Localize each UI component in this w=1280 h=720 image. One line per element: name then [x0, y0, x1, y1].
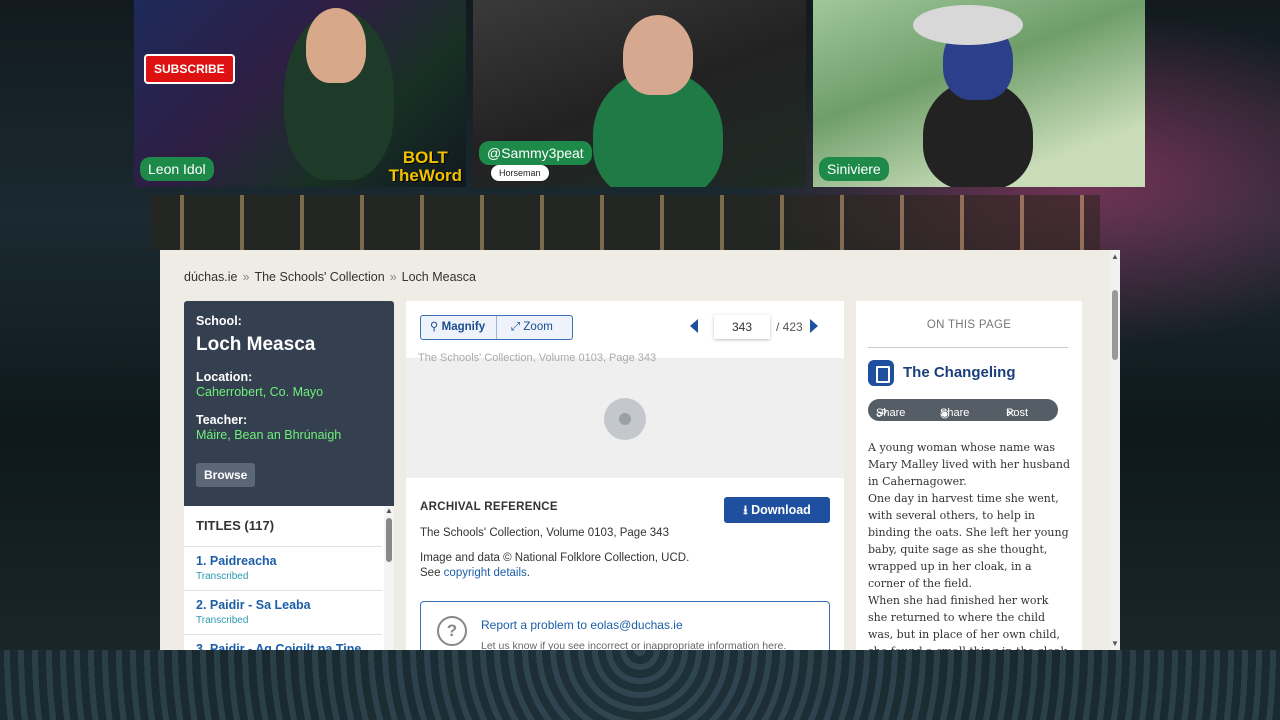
download-icon: ⭳: [743, 503, 748, 517]
zoom-button[interactable]: ⤢ Zoom: [511, 316, 553, 339]
teacher-label: Teacher:: [196, 413, 248, 427]
location-label: Location:: [196, 370, 253, 384]
cam-name-siniviere: Siniviere: [819, 157, 889, 181]
archival-reference: The Schools' Collection, Volume 0103, Pa…: [420, 527, 669, 539]
breadcrumb-home[interactable]: dúchas.ie: [184, 270, 238, 284]
viewer-tools: ⚲ Magnify ⤢ Zoom: [420, 315, 573, 340]
webcam-sammy: @Sammy3peat Horseman: [473, 0, 806, 187]
archival-heading: ARCHIVAL REFERENCE: [420, 501, 558, 513]
title-status: Transcribed: [196, 615, 249, 626]
school-label: School:: [196, 314, 242, 328]
teacher-value[interactable]: Máire, Bean an Bhrúnaigh: [196, 428, 341, 442]
report-link[interactable]: Report a problem to eolas@duchas.ie: [481, 618, 683, 632]
copyright-link[interactable]: copyright details: [444, 567, 527, 579]
school-panel: School: Loch Measca Location: Caherrober…: [184, 301, 394, 506]
titles-scrollbar[interactable]: ▲: [384, 506, 394, 650]
cam-name-sammy: @Sammy3peat: [479, 141, 592, 165]
scroll-down-icon[interactable]: ▼: [1111, 639, 1119, 648]
scroll-up-icon[interactable]: ▲: [1111, 252, 1119, 261]
divider: [184, 590, 382, 591]
webcam-leon: SUBSCRIBE BOLT TheWord Leon Idol: [134, 0, 466, 187]
document-icon: [868, 360, 894, 386]
page-number-input[interactable]: 343: [714, 315, 770, 339]
on-this-page-heading: ON THIS PAGE: [926, 319, 1012, 331]
magnify-button[interactable]: ⚲ Magnify: [430, 316, 485, 339]
breadcrumb-collection[interactable]: The Schools' Collection: [254, 270, 384, 284]
image-alt-text: The Schools' Collection, Volume 0103, Pa…: [418, 352, 657, 364]
question-icon: ?: [437, 616, 467, 646]
loading-spinner-icon: [604, 398, 646, 440]
streamer-face: [306, 8, 366, 83]
page-total: / 423: [776, 320, 803, 334]
streamer-face: [623, 15, 693, 95]
report-subtitle: Let us know if you see incorrect or inap…: [481, 640, 787, 650]
sombrero-hat: [913, 5, 1023, 45]
search-icon: ⚲: [430, 321, 439, 333]
divider: [868, 347, 1068, 348]
copyright-text: Image and data © National Folklore Colle…: [420, 552, 690, 579]
background-floor: [0, 650, 1280, 720]
report-problem-box[interactable]: ? Report a problem to eolas@duchas.ie Le…: [420, 601, 830, 650]
breadcrumb-current: Loch Measca: [401, 270, 477, 284]
title-item[interactable]: 3. Paidir - Ag Coigilt na Tine: [196, 642, 361, 650]
manuscript-image[interactable]: The Schools' Collection, Volume 0103, Pa…: [406, 352, 844, 478]
breadcrumb: dúchas.ie» The Schools' Collection» Loch M…: [184, 270, 477, 284]
prev-page-icon[interactable]: [690, 319, 698, 333]
browser-window: dúchas.ie» The Schools' Collection» Loch M…: [160, 250, 1120, 650]
browse-button[interactable]: Browse: [196, 463, 256, 487]
title-item[interactable]: 1. Paidreacha: [196, 554, 277, 568]
divider: [496, 316, 497, 339]
divider: [184, 634, 382, 635]
subscribe-badge: SUBSCRIBE: [144, 54, 235, 84]
bolt-logo: BOLT TheWord: [388, 148, 462, 185]
page-scrollbar[interactable]: ▲ ▼: [1110, 250, 1120, 650]
location-value[interactable]: Caherrobert, Co. Mayo: [196, 385, 323, 399]
webcam-siniviere: Siniviere: [813, 0, 1145, 187]
title-status: Transcribed: [196, 571, 249, 582]
titles-header: TITLES (117): [196, 518, 275, 533]
story-title[interactable]: The Changeling: [903, 364, 1016, 381]
background-lanterns: [150, 195, 1100, 250]
story-text: A young woman whose name was Mary Malley…: [868, 441, 1070, 650]
school-name: Loch Measca: [196, 334, 316, 355]
cam-subtitle: Horseman: [491, 165, 549, 181]
share-bar: ☍ Share ◉ Share ✕ Post: [868, 399, 1058, 421]
manuscript-viewer: ⚲ Magnify ⤢ Zoom 343 / 423 The Schools' …: [406, 301, 844, 650]
title-item[interactable]: 2. Paidir - Sa Leaba: [196, 598, 311, 612]
titles-list: TITLES (117) 1. Paidreacha Transcribed 2…: [184, 506, 394, 650]
divider: [184, 546, 382, 547]
page-scroll-thumb[interactable]: [1112, 290, 1118, 360]
next-page-icon[interactable]: [810, 319, 818, 333]
expand-icon: ⤢: [511, 321, 521, 333]
download-button[interactable]: ⭳ Download: [724, 497, 830, 523]
cam-name-leon: Leon Idol: [140, 157, 214, 181]
titles-scroll-thumb[interactable]: [386, 518, 392, 562]
on-this-page-panel: ON THIS PAGE The Changeling ☍ Share ◉ Sh…: [856, 301, 1082, 650]
scroll-up-icon[interactable]: ▲: [385, 506, 393, 515]
